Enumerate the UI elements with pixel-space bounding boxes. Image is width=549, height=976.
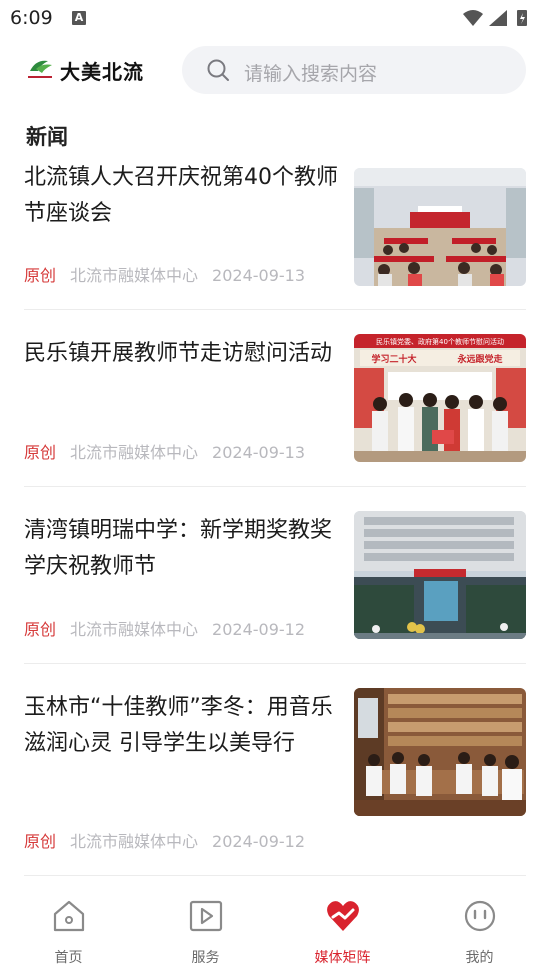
- wifi-icon: [463, 10, 483, 26]
- news-title[interactable]: 清湾镇明瑞中学：新学期奖教奖学庆祝教师节: [24, 513, 340, 585]
- news-date: 2024-09-12: [212, 832, 306, 851]
- app-header: 大美北流 请输入搜索内容: [0, 44, 549, 98]
- news-title[interactable]: 民乐镇开展教师节走访慰问活动: [24, 336, 340, 372]
- news-tag: 原创: [24, 620, 57, 639]
- news-item[interactable]: 北流镇人大召开庆祝第40个教师节座谈会 原创 北流市融媒体中心 2024-09-13: [24, 160, 526, 310]
- news-date: 2024-09-13: [212, 266, 306, 285]
- thumb-slogan-text: 永远跟党走: [456, 353, 502, 365]
- heart-icon: [326, 901, 359, 931]
- tab-label: 媒体矩阵: [314, 950, 371, 966]
- news-item[interactable]: 民乐镇开展教师节走访慰问活动 原创 北流市融媒体中心 2024-09-13 民乐镇党…: [24, 310, 526, 487]
- thumb-banner-text: 民乐镇党委、政府第40个教师节慰问活动: [376, 337, 504, 346]
- news-date: 2024-09-12: [212, 620, 306, 639]
- news-title[interactable]: 玉林市“十佳教师”李冬：用音乐滋润心灵 引导学生以美导行: [24, 690, 340, 762]
- news-tag: 原创: [24, 266, 57, 285]
- news-item[interactable]: 玉林市“十佳教师”李冬：用音乐滋润心灵 引导学生以美导行 原创 北流市融媒体中心 2…: [24, 664, 526, 876]
- status-time: 6:09: [10, 7, 53, 29]
- search-icon: [207, 59, 229, 81]
- tab-label: 我的: [465, 950, 494, 966]
- tab-service[interactable]: 服务: [137, 876, 274, 976]
- news-thumbnail[interactable]: [354, 688, 526, 816]
- tab-home[interactable]: 首页: [0, 876, 137, 976]
- cell-signal-icon: [489, 10, 507, 26]
- news-thumbnail[interactable]: 民乐镇党委、政府第40个教师节慰问活动 学习二十大 永远跟党走: [354, 334, 526, 462]
- news-meta: 原创 北流市融媒体中心 2024-09-12: [24, 616, 305, 640]
- face-icon: [464, 900, 495, 932]
- section-title: 新闻: [26, 125, 68, 149]
- news-source: 北流市融媒体中心: [70, 620, 199, 639]
- notification-icon: A: [72, 11, 86, 25]
- tab-mine[interactable]: 我的: [411, 876, 548, 976]
- news-tag: 原创: [24, 832, 57, 851]
- news-meta: 原创 北流市融媒体中心 2024-09-12: [24, 828, 305, 852]
- search-placeholder: 请输入搜索内容: [244, 63, 378, 85]
- news-feed[interactable]: 北流镇人大召开庆祝第40个教师节座谈会 原创 北流市融媒体中心 2024-09-13: [0, 160, 549, 876]
- news-source: 北流市融媒体中心: [70, 832, 199, 851]
- news-meta: 原创 北流市融媒体中心 2024-09-13: [24, 262, 305, 286]
- news-thumbnail[interactable]: [354, 168, 526, 286]
- app-title: 大美北流: [60, 60, 144, 84]
- news-tag: 原创: [24, 443, 57, 462]
- news-meta: 原创 北流市融媒体中心 2024-09-13: [24, 439, 305, 463]
- search-input[interactable]: 请输入搜索内容: [182, 46, 526, 94]
- tab-label: 首页: [54, 950, 83, 966]
- news-item[interactable]: 清湾镇明瑞中学：新学期奖教奖学庆祝教师节 原创 北流市融媒体中心 2024-09-1…: [24, 487, 526, 664]
- status-bar: 6:09 A: [0, 0, 549, 38]
- news-date: 2024-09-13: [212, 443, 306, 462]
- signal-battery-icons: [463, 10, 527, 26]
- play-icon: [189, 900, 222, 932]
- news-title[interactable]: 北流镇人大召开庆祝第40个教师节座谈会: [24, 160, 340, 232]
- tab-label: 服务: [191, 950, 220, 966]
- thumb-slogan-text: 学习二十大: [371, 353, 416, 365]
- news-thumbnail[interactable]: [354, 511, 526, 639]
- app-logo: [28, 60, 52, 78]
- bottom-tab-bar: 首页 服务 媒体矩阵 我的: [0, 876, 549, 976]
- news-source: 北流市融媒体中心: [70, 443, 199, 462]
- tab-media-matrix[interactable]: 媒体矩阵: [274, 876, 411, 976]
- home-icon: [53, 900, 84, 932]
- news-source: 北流市融媒体中心: [70, 266, 199, 285]
